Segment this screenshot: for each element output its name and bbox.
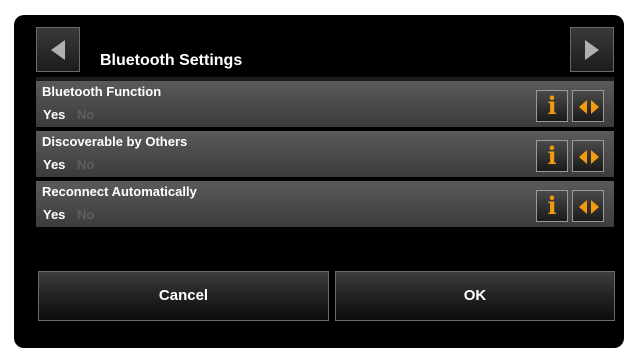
bluetooth-settings-screen: Bluetooth Settings Bluetooth Function Ye…	[22, 22, 616, 340]
info-icon: i	[547, 191, 557, 220]
option-yes[interactable]: Yes	[43, 107, 65, 122]
option-yes[interactable]: Yes	[43, 157, 65, 172]
option-no[interactable]: No	[77, 207, 94, 222]
ok-button[interactable]: OK	[335, 271, 615, 321]
triangle-left-icon	[51, 40, 65, 60]
option-no[interactable]: No	[77, 157, 94, 172]
next-page-button[interactable]	[570, 27, 614, 72]
toggle-option-button[interactable]	[572, 140, 604, 172]
setting-label: Reconnect Automatically	[42, 184, 197, 199]
option-no[interactable]: No	[77, 107, 94, 122]
setting-row-discoverable-by-others[interactable]: Discoverable by Others Yes No i	[36, 131, 614, 179]
info-button[interactable]: i	[536, 190, 568, 222]
info-button[interactable]: i	[536, 90, 568, 122]
info-icon: i	[547, 91, 557, 120]
option-yes[interactable]: Yes	[43, 207, 65, 222]
setting-row-bluetooth-function[interactable]: Bluetooth Function Yes No i	[36, 81, 614, 129]
info-icon: i	[547, 141, 557, 170]
header-bar: Bluetooth Settings	[22, 22, 616, 83]
toggle-arrows-icon	[579, 100, 599, 114]
cancel-button[interactable]: Cancel	[38, 271, 329, 321]
toggle-option-button[interactable]	[572, 190, 604, 222]
previous-page-button[interactable]	[36, 27, 80, 72]
triangle-right-icon	[585, 40, 599, 60]
setting-row-reconnect-automatically[interactable]: Reconnect Automatically Yes No i	[36, 181, 614, 229]
setting-label: Bluetooth Function	[42, 84, 162, 99]
toggle-arrows-icon	[579, 150, 599, 164]
toggle-arrows-icon	[579, 200, 599, 214]
toggle-option-button[interactable]	[572, 90, 604, 122]
page-title: Bluetooth Settings	[100, 52, 243, 69]
info-button[interactable]: i	[536, 140, 568, 172]
setting-label: Discoverable by Others	[42, 134, 188, 149]
